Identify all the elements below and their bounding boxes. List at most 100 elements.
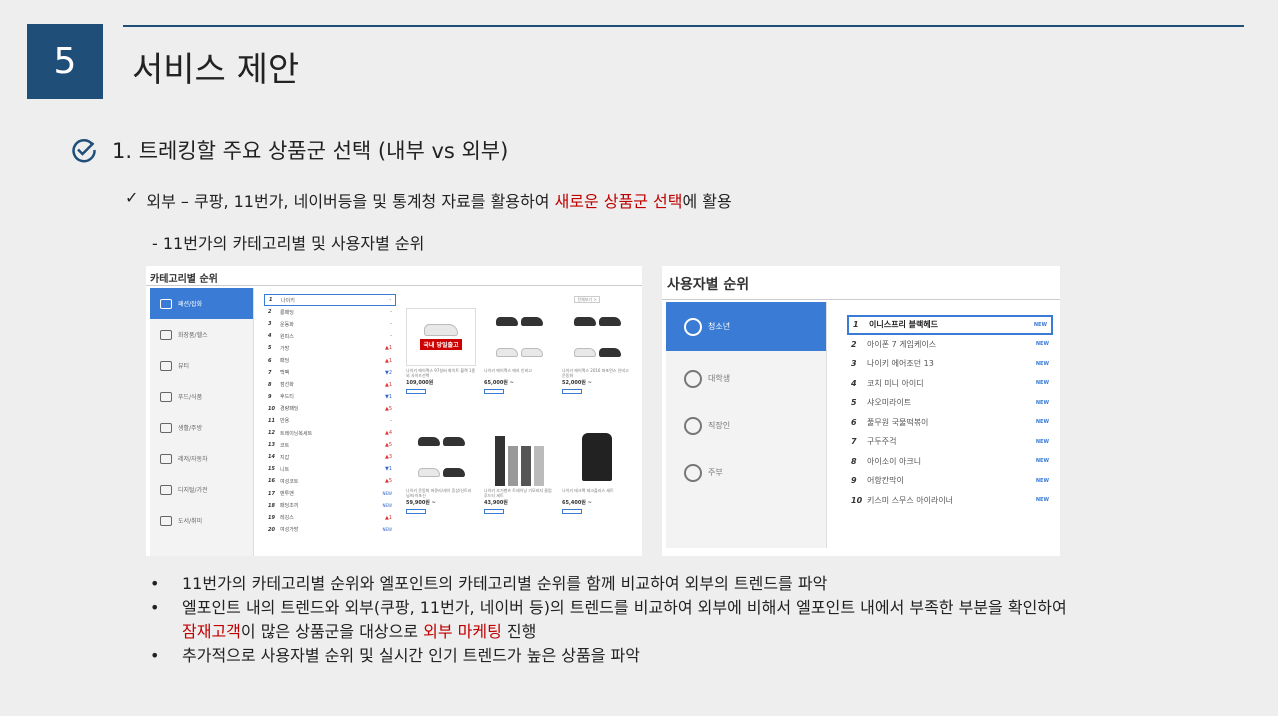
shoe-image xyxy=(562,308,632,366)
person-icon xyxy=(684,317,702,336)
user-rank-list: 1 이니스프리 블랙헤드 NEW 2 아이폰 7 게임케이스 NEW 3 나이키 에어조던… xyxy=(847,315,1053,510)
shoe-image: 국내 당일출고 xyxy=(406,308,476,366)
category-ranking-screenshot: 카테고리별 순위 패션/잡화 화장품/헬스 뷰티 푸드/식품 생활/주방 레저/… xyxy=(146,266,642,556)
user-group-tab[interactable]: 대학생 xyxy=(666,359,826,398)
rank-row[interactable]: 13 코트 ▲5 xyxy=(264,439,396,451)
rank-row[interactable]: 7 구두주걱 NEW xyxy=(847,432,1053,452)
rank-row[interactable]: 5 샤오미라이트 NEW xyxy=(847,393,1053,413)
bullet-item: • 추가적으로 사용자별 순위 및 실시간 인기 트렌드가 높은 상품을 파악 xyxy=(150,644,1250,668)
product-tag xyxy=(484,389,504,394)
user-group-tab[interactable]: 직장인 xyxy=(666,406,826,445)
category-rank-list: 1 나이키 - 2 롱패딩 - 3 운동화 - 4 원피스 - 5 가방 ▲1 6 패딩 ▲1 7 백팩 ▼… xyxy=(264,294,396,536)
rank-row[interactable]: 10 키스미 스무스 아이라이너 NEW xyxy=(847,491,1053,511)
kitchen-icon xyxy=(160,422,172,433)
highlight-text: 외부 마케팅 xyxy=(423,622,502,641)
rank-row[interactable]: 9 어항칸막이 NEW xyxy=(847,471,1053,491)
check-mark-icon: ✓ xyxy=(125,188,139,207)
rank-row[interactable]: 5 가방 ▲1 xyxy=(264,342,396,354)
bullet-marker: • xyxy=(150,598,160,617)
shoe-image xyxy=(484,308,554,366)
category-sidebar: 패션/잡화 화장품/헬스 뷰티 푸드/식품 생활/주방 레저/자동차 디지털/가… xyxy=(150,288,254,556)
rank-row[interactable]: 19 레깅스 ▲1 xyxy=(264,512,396,524)
product-card[interactable]: 국내 당일출고 나이키 에어맥스 97실버 화이트 블랙 1종외 사이즈선택 1… xyxy=(406,308,476,394)
rank-row[interactable]: 2 아이폰 7 게임케이스 NEW xyxy=(847,335,1053,355)
bicycle-icon xyxy=(160,453,172,464)
bullet-item: • 엘포인트 내의 트렌드와 외부(쿠팡, 11번가, 네이버 등)의 트렌드를… xyxy=(150,596,1250,644)
product-grid: 국내 당일출고 나이키 에어맥스 97실버 화이트 블랙 1종외 사이즈선택 1… xyxy=(406,294,636,554)
beauty-icon xyxy=(160,360,172,371)
product-tag xyxy=(562,509,582,514)
product-card[interactable]: 나이키 운동화 머큐리/세이 증상/신트러닝/타이포신 59,900원 ~ xyxy=(406,428,476,514)
rank-row[interactable]: 11 반용 - xyxy=(264,415,396,427)
product-card[interactable]: 나이키 테크팩 테크플리스 세트 65,400원 ~ xyxy=(562,428,632,514)
cosmetics-icon xyxy=(160,329,172,340)
user-ranking-screenshot: 사용자별 순위 청소년 대학생 직장인 주부 1 이니스프리 블랙헤드 NEW 2아… xyxy=(662,266,1060,556)
shirt-icon xyxy=(160,298,172,309)
rank-row[interactable]: 14 지갑 ▲3 xyxy=(264,451,396,463)
category-tab[interactable]: 생활/주방 xyxy=(150,412,253,443)
food-icon xyxy=(160,391,172,402)
product-badge: 국내 당일출고 xyxy=(420,339,462,350)
rank-row[interactable]: 7 백팩 ▼2 xyxy=(264,367,396,379)
subpoint: ✓ 외부 – 쿠팡, 11번가, 네이버등을 및 통계청 자료를 활용하여 새로… xyxy=(125,188,732,212)
subpoint-text: 외부 – 쿠팡, 11번가, 네이버등을 및 통계청 자료를 활용하여 새로운 … xyxy=(146,192,732,211)
product-tag xyxy=(406,509,426,514)
rank-row[interactable]: 6 패딩 ▲1 xyxy=(264,354,396,366)
rank-row[interactable]: 16 여성코트 ▲5 xyxy=(264,475,396,487)
user-group-tab[interactable]: 주부 xyxy=(666,453,826,492)
category-tab[interactable]: 도서/취미 xyxy=(150,505,253,536)
bullet-list: • 11번가의 카테고리별 순위와 엘포인트의 카테고리별 순위를 함께 비교하… xyxy=(150,572,1250,668)
check-circle-icon xyxy=(70,136,98,164)
divider xyxy=(662,299,1060,300)
rank-row[interactable]: 10 경량패딩 ▲5 xyxy=(264,403,396,415)
divider xyxy=(146,285,642,286)
slide-number: 5 xyxy=(27,24,103,99)
rank-row[interactable]: 17 맨투맨 NEW xyxy=(264,488,396,500)
category-tab[interactable]: 푸드/식품 xyxy=(150,381,253,412)
category-tab[interactable]: 레저/자동차 xyxy=(150,443,253,474)
title-rule xyxy=(123,25,1244,27)
product-tag xyxy=(484,509,504,514)
rank-row[interactable]: 1 나이키 - xyxy=(264,294,396,307)
highlight-text: 잠재고객 xyxy=(182,622,241,641)
bullet-item: • 11번가의 카테고리별 순위와 엘포인트의 카테고리별 순위를 함께 비교하… xyxy=(150,572,1250,596)
category-tab[interactable]: 뷰티 xyxy=(150,350,253,381)
rank-row[interactable]: 3 나이키 에어조던 13 NEW xyxy=(847,354,1053,374)
product-card[interactable]: 나이키 에어맥스 2016 퍼포먼스 인비고 운동화 52,000원 ~ xyxy=(562,308,632,394)
user-group-sidebar: 청소년 대학생 직장인 주부 xyxy=(666,302,827,548)
rank-row[interactable]: 2 롱패딩 - xyxy=(264,306,396,318)
page-title: 서비스 제안 xyxy=(132,50,300,90)
person-icon xyxy=(684,416,702,435)
rank-row[interactable]: 1 이니스프리 블랙헤드 NEW xyxy=(847,315,1053,335)
product-card[interactable]: 나이키 에어맥스 에라 인비고 65,000원 ~ xyxy=(484,308,554,394)
category-tab[interactable]: 화장품/헬스 xyxy=(150,319,253,350)
bullet-marker: • xyxy=(150,646,160,665)
book-icon xyxy=(160,515,172,526)
rank-row[interactable]: 8 아이소이 아크니 NEW xyxy=(847,452,1053,472)
category-ranking-title: 카테고리별 순위 xyxy=(150,274,218,285)
shoe-image xyxy=(406,428,476,486)
product-card[interactable]: 나이키 조거팬츠 트레이닝 기모바지 클럽 후드티 세트 43,900원 xyxy=(484,428,554,514)
person-icon xyxy=(684,463,702,482)
rank-row[interactable]: 12 트레이닝복세트 ▲4 xyxy=(264,427,396,439)
rank-row[interactable]: 3 운동화 - xyxy=(264,318,396,330)
tracksuit-image xyxy=(484,428,554,486)
rank-row[interactable]: 9 후드티 ▼1 xyxy=(264,391,396,403)
section-heading: 1. 트레킹할 주요 상품군 선택 (내부 vs 외부) xyxy=(70,135,508,165)
rank-row[interactable]: 4 코치 미니 아이디 NEW xyxy=(847,374,1053,394)
category-tab[interactable]: 패션/잡화 xyxy=(150,288,253,319)
rank-row[interactable]: 4 원피스 - xyxy=(264,330,396,342)
section-heading-text: 1. 트레킹할 주요 상품군 선택 (내부 vs 외부) xyxy=(112,139,509,163)
rank-row[interactable]: 15 니트 ▼1 xyxy=(264,463,396,475)
rank-row[interactable]: 18 패딩조끼 NEW xyxy=(264,500,396,512)
rank-row[interactable]: 20 여성가방 NEW xyxy=(264,524,396,536)
category-tab[interactable]: 디지털/가전 xyxy=(150,474,253,505)
monitor-icon xyxy=(160,484,172,495)
bullet-marker: • xyxy=(150,574,160,593)
rank-row[interactable]: 6 풀무원 국물떡볶이 NEW xyxy=(847,413,1053,433)
jacket-image xyxy=(562,428,632,486)
rank-row[interactable]: 8 점선화 ▲1 xyxy=(264,379,396,391)
product-tag xyxy=(406,389,426,394)
product-tag xyxy=(562,389,582,394)
user-group-tab[interactable]: 청소년 xyxy=(666,302,826,351)
